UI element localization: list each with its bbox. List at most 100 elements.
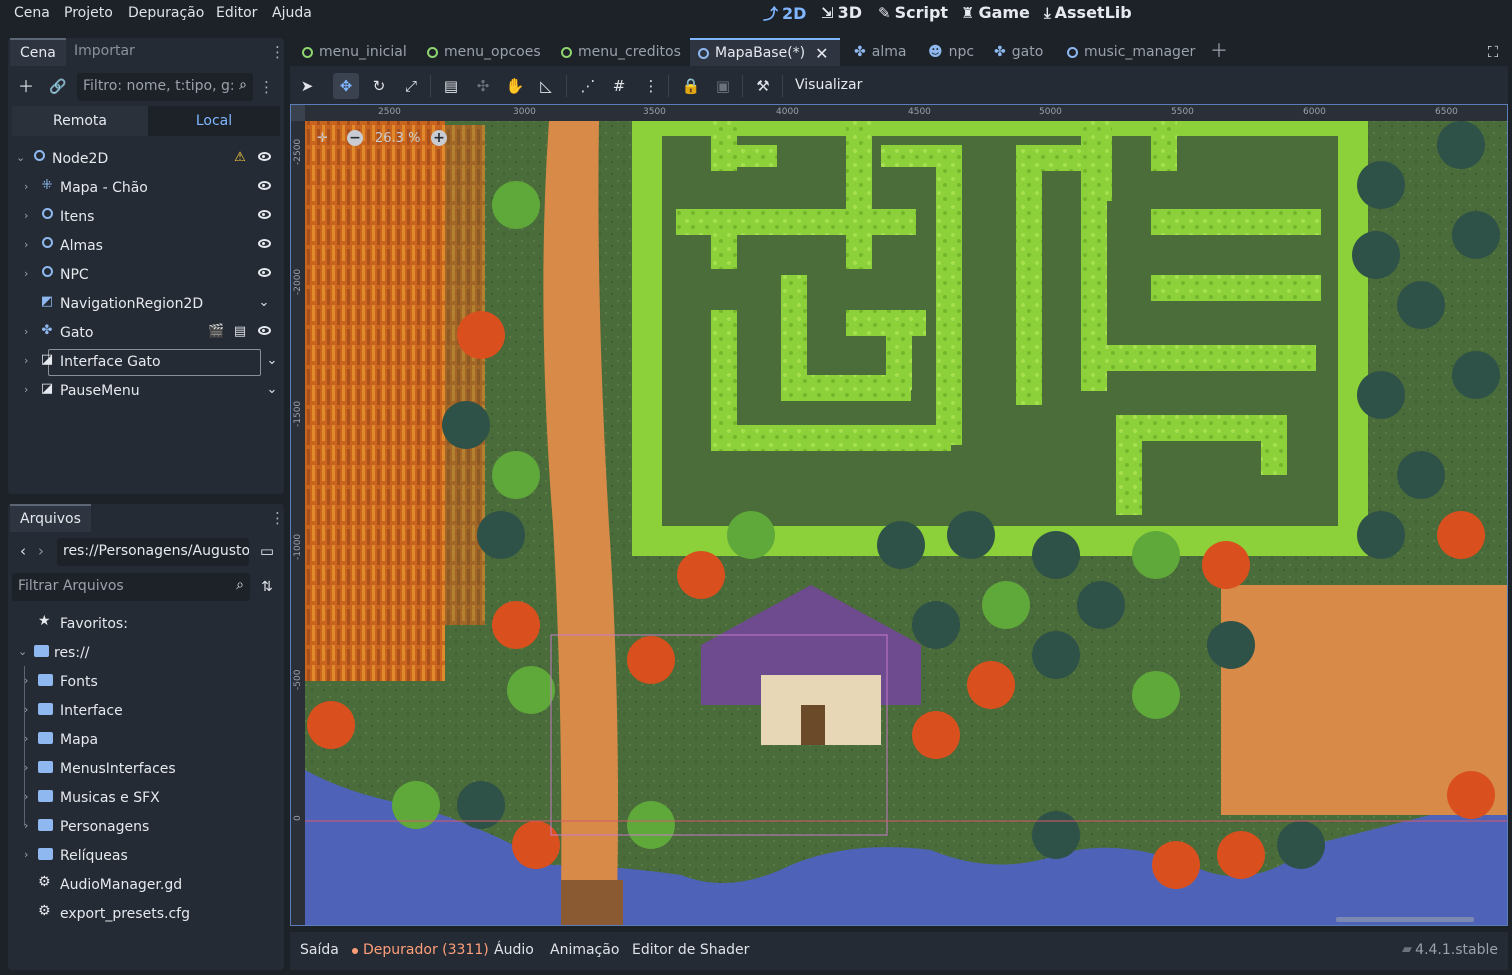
workspace-script-button[interactable]: ✎ Script [878, 3, 948, 22]
workspace-game-button[interactable]: ♜ Game [961, 3, 1030, 22]
tab-animacao[interactable]: Animação [550, 942, 619, 958]
fullscreen-icon[interactable]: ⛶ [1482, 41, 1504, 63]
attached-script-icon[interactable]: ▤ [232, 324, 248, 340]
tab-npc[interactable]: ☻ npc [920, 38, 982, 66]
expand-arrow-icon[interactable]: › [24, 819, 28, 832]
file-filter-input[interactable]: Filtrar Arquivos ⌕ [12, 573, 250, 601]
menu-projeto[interactable]: Projeto [64, 5, 113, 21]
remote-tab-button[interactable]: Remota [12, 106, 148, 136]
tab-music-manager[interactable]: music_manager [1059, 38, 1203, 66]
tree-node-interface-gato[interactable]: › ◪ Interface Gato ⌄ [22, 349, 280, 376]
select-mode-icon[interactable]: ➤ [294, 73, 320, 99]
expand-arrow-icon[interactable]: › [24, 180, 36, 193]
collapse-arrow-icon[interactable]: ⌄ [18, 645, 27, 658]
bone-icon[interactable]: ⚒ [750, 73, 776, 99]
pin-icon[interactable]: ▰ [1402, 942, 1412, 957]
workspace-assetlib-button[interactable]: ⤓ AssetLib [1044, 3, 1132, 22]
center-view-icon[interactable]: ✛ [317, 131, 328, 146]
expand-arrow-icon[interactable]: › [24, 267, 36, 280]
expand-arrow-icon[interactable]: › [24, 354, 36, 367]
tab-editor-de-shader[interactable]: Editor de Shader [632, 942, 749, 958]
ruler-mode-icon[interactable]: ◺ [533, 73, 559, 99]
group-icon[interactable]: ▣ [710, 73, 736, 99]
file-item-interface[interactable]: › Interface [8, 697, 280, 726]
snap-options-icon[interactable]: ⋮ [638, 73, 664, 99]
tree-node-pausemenu[interactable]: › ◪ PauseMenu ⌄ [22, 378, 280, 405]
file-item-musicas-sfx[interactable]: › Musicas e SFX [8, 784, 280, 813]
move-mode-icon[interactable]: ✥ [333, 73, 359, 99]
zoom-out-icon[interactable]: − [347, 130, 363, 146]
file-item-reliqueas[interactable]: › Relíqueas [8, 842, 280, 871]
expand-arrow-icon[interactable]: › [24, 383, 36, 396]
tree-node-navigationregion2d[interactable]: ◩ NavigationRegion2D ⌄ [22, 291, 280, 318]
tree-node-mapa-chao[interactable]: › ⁜ Mapa - Chão [22, 175, 280, 202]
add-node-icon[interactable]: ＋ [15, 76, 37, 98]
scene-options-icon[interactable]: ⋮ [259, 77, 274, 97]
tab-cena[interactable]: Cena [10, 38, 66, 66]
file-item-mapa[interactable]: › Mapa [8, 726, 280, 755]
tab-audio[interactable]: Áudio [494, 942, 534, 958]
file-dock-menu-icon[interactable]: ⋮ [270, 508, 285, 528]
add-tab-icon[interactable]: ＋ [1208, 41, 1230, 63]
local-tab-button[interactable]: Local [148, 106, 280, 136]
expand-arrow-icon[interactable]: › [24, 761, 28, 774]
pan-mode-icon[interactable]: ✋ [502, 73, 528, 99]
close-icon[interactable]: ✕ [815, 44, 828, 63]
view-menu-button[interactable]: Visualizar [795, 77, 862, 93]
visibility-eye-icon[interactable] [256, 208, 272, 224]
tab-alma[interactable]: ✤ alma [846, 38, 914, 66]
visibility-eye-icon[interactable] [256, 179, 272, 195]
zoom-in-icon[interactable]: + [431, 130, 447, 146]
file-item-menusinterfaces[interactable]: › MenusInterfaces [8, 755, 280, 784]
canvas-viewport[interactable]: 2500 3000 3500 4000 4500 5000 5500 6000 … [290, 104, 1508, 926]
scale-mode-icon[interactable]: ⤢ [398, 73, 424, 99]
chevron-down-icon[interactable]: ⌄ [264, 353, 280, 369]
visibility-eye-icon[interactable] [256, 237, 272, 253]
chevron-down-icon[interactable]: ⌄ [256, 295, 272, 311]
expand-arrow-icon[interactable]: › [24, 703, 28, 716]
menu-depuracao[interactable]: Depuração [128, 5, 204, 21]
path-field[interactable]: res://Personagens/Augusto [57, 538, 249, 566]
tree-node-gato[interactable]: › ✤ Gato 🎬 ▤ [22, 320, 280, 347]
scene-filter-input[interactable]: Filtro: nome, t:tipo, g: ⌕ [77, 73, 253, 101]
tab-menu-opcoes[interactable]: menu_opcoes [419, 38, 549, 66]
sort-icon[interactable]: ⇅ [256, 576, 278, 598]
scene-dock-menu-icon[interactable]: ⋮ [270, 42, 285, 62]
lock-icon[interactable]: 🔒 [678, 73, 704, 99]
expand-arrow-icon[interactable]: › [24, 848, 28, 861]
warning-icon[interactable]: ⚠ [232, 150, 248, 166]
zoom-level[interactable]: 26.3 % [375, 131, 420, 146]
collapse-arrow-icon[interactable]: ⌄ [16, 151, 28, 164]
tab-depurador[interactable]: Depurador (3311) [363, 942, 489, 958]
split-view-icon[interactable]: ▭ [256, 540, 278, 562]
expand-arrow-icon[interactable]: › [24, 674, 28, 687]
menu-editor[interactable]: Editor [216, 5, 257, 21]
tab-menu-inicial[interactable]: menu_inicial [294, 38, 415, 66]
pivot-mode-icon[interactable]: ✣ [470, 73, 496, 99]
tree-node-npc[interactable]: › NPC [22, 262, 280, 289]
expand-arrow-icon[interactable]: › [24, 732, 28, 745]
visibility-eye-icon[interactable] [256, 324, 272, 340]
workspace-2d-button[interactable]: ⤴ 2D [763, 3, 806, 24]
file-item-export-presets[interactable]: ⚙ export_presets.cfg [8, 900, 280, 929]
workspace-3d-button[interactable]: ⇲ 3D [821, 3, 862, 22]
file-item-fonts[interactable]: › Fonts [8, 668, 280, 697]
favorites-row[interactable]: ★ Favoritos: [8, 610, 280, 639]
tab-menu-creditos[interactable]: menu_creditos [553, 38, 689, 66]
tab-saida[interactable]: Saída [300, 942, 339, 958]
expand-arrow-icon[interactable]: › [24, 325, 36, 338]
visibility-eye-icon[interactable] [256, 150, 272, 166]
menu-cena[interactable]: Cena [14, 5, 50, 21]
tab-mapabase[interactable]: MapaBase(*) ✕ [690, 38, 840, 66]
expand-arrow-icon[interactable]: › [24, 238, 36, 251]
expand-arrow-icon[interactable]: › [24, 209, 36, 222]
chevron-down-icon[interactable]: ⌄ [264, 382, 280, 398]
expand-arrow-icon[interactable]: › [24, 790, 28, 803]
smart-snap-icon[interactable]: ⋰ [575, 73, 601, 99]
tree-node-itens[interactable]: › Itens [22, 204, 280, 231]
tab-importar[interactable]: Importar [64, 38, 145, 66]
tree-node-almas[interactable]: › Almas [22, 233, 280, 260]
list-select-icon[interactable]: ▤ [438, 73, 464, 99]
tab-arquivos[interactable]: Arquivos [10, 504, 91, 532]
open-scene-icon[interactable]: 🎬 [208, 324, 224, 340]
